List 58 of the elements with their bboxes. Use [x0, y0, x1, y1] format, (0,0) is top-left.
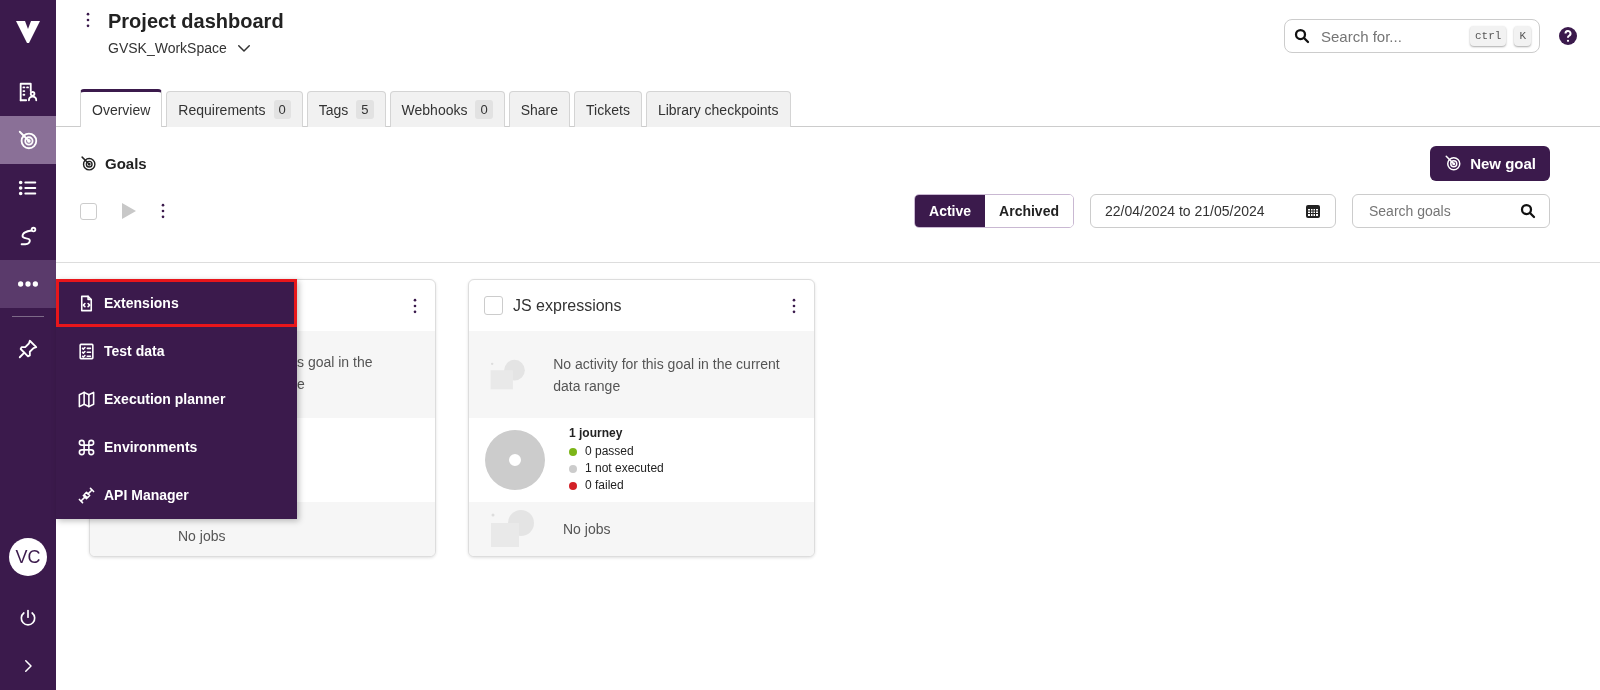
search-icon [1293, 27, 1311, 45]
map-icon [77, 389, 96, 409]
target-icon [17, 129, 39, 151]
building-person-icon [17, 81, 39, 103]
empty-message: No jobs [178, 528, 226, 544]
goal-checkbox[interactable] [484, 296, 503, 315]
tab[interactable]: Tags 5 [306, 91, 386, 127]
more-icon [18, 281, 38, 287]
goal-title: JS expressions [513, 296, 623, 315]
pin-icon [17, 338, 39, 360]
tab[interactable]: Requirements 0 [166, 91, 303, 127]
empty-state-icon [489, 509, 537, 549]
user-avatar[interactable]: VC [9, 538, 47, 576]
select-all-checkbox[interactable] [80, 202, 97, 220]
help-icon[interactable] [1558, 26, 1578, 46]
page-title: Project dashboard [108, 10, 284, 33]
filter-toggle[interactable]: Active [915, 195, 986, 227]
plug-icon [77, 485, 96, 505]
search-field[interactable]: Search for... [1319, 26, 1462, 46]
target-icon [1444, 154, 1463, 172]
new-goal-button[interactable]: New goal [1430, 145, 1550, 181]
target-icon [80, 154, 97, 172]
empty-message: e [297, 375, 305, 394]
checklist-icon [77, 341, 96, 361]
search-box[interactable]: Search for... ctrl K [1284, 19, 1540, 53]
legend-label: 1 not executed [585, 460, 664, 477]
section-title: Goals [105, 154, 147, 172]
date-range-field[interactable]: 22/04/2024 to 21/05/2024 [1090, 194, 1336, 228]
menu-item[interactable]: Environments [56, 423, 297, 471]
menu-item[interactable]: Extensions [56, 279, 297, 327]
sidebar-nav-item[interactable] [0, 260, 56, 308]
empty-message: No jobs [563, 521, 611, 537]
workspace-dropdown[interactable]: GVSK_WorkSpace [108, 39, 284, 57]
pie-drawing [485, 430, 545, 490]
journey-count: 1 journey [569, 426, 624, 440]
keyboard-key: ctrl [1470, 26, 1507, 46]
power-icon[interactable] [18, 608, 38, 628]
calendar-icon [1305, 203, 1321, 219]
logo-icon[interactable] [16, 21, 40, 43]
tab[interactable]: Tickets [574, 91, 642, 127]
tab[interactable]: Share [508, 91, 571, 127]
search-goals-box[interactable]: Search goals [1352, 194, 1550, 228]
tab[interactable]: Overview [80, 89, 163, 127]
legend-label: 0 passed [585, 443, 634, 460]
empty-message: No activity for this goal in the current data range [553, 354, 781, 396]
count-badge: 0 [273, 100, 291, 119]
count-badge: 0 [475, 100, 493, 119]
menu-item[interactable]: Execution planner [56, 375, 297, 423]
menu-item[interactable]: API Manager [56, 471, 297, 519]
tab[interactable]: Library checkpoints [645, 91, 791, 127]
legend-label: 0 failed [585, 477, 624, 494]
empty-message: s goal in the [297, 353, 373, 372]
keyboard-key: K [1514, 26, 1531, 46]
menu-item[interactable]: Test data [56, 327, 297, 375]
command-icon [77, 437, 96, 457]
count-badge: 5 [356, 100, 374, 119]
tab[interactable]: Webhooks 0 [389, 91, 505, 127]
search-icon [1519, 202, 1537, 220]
